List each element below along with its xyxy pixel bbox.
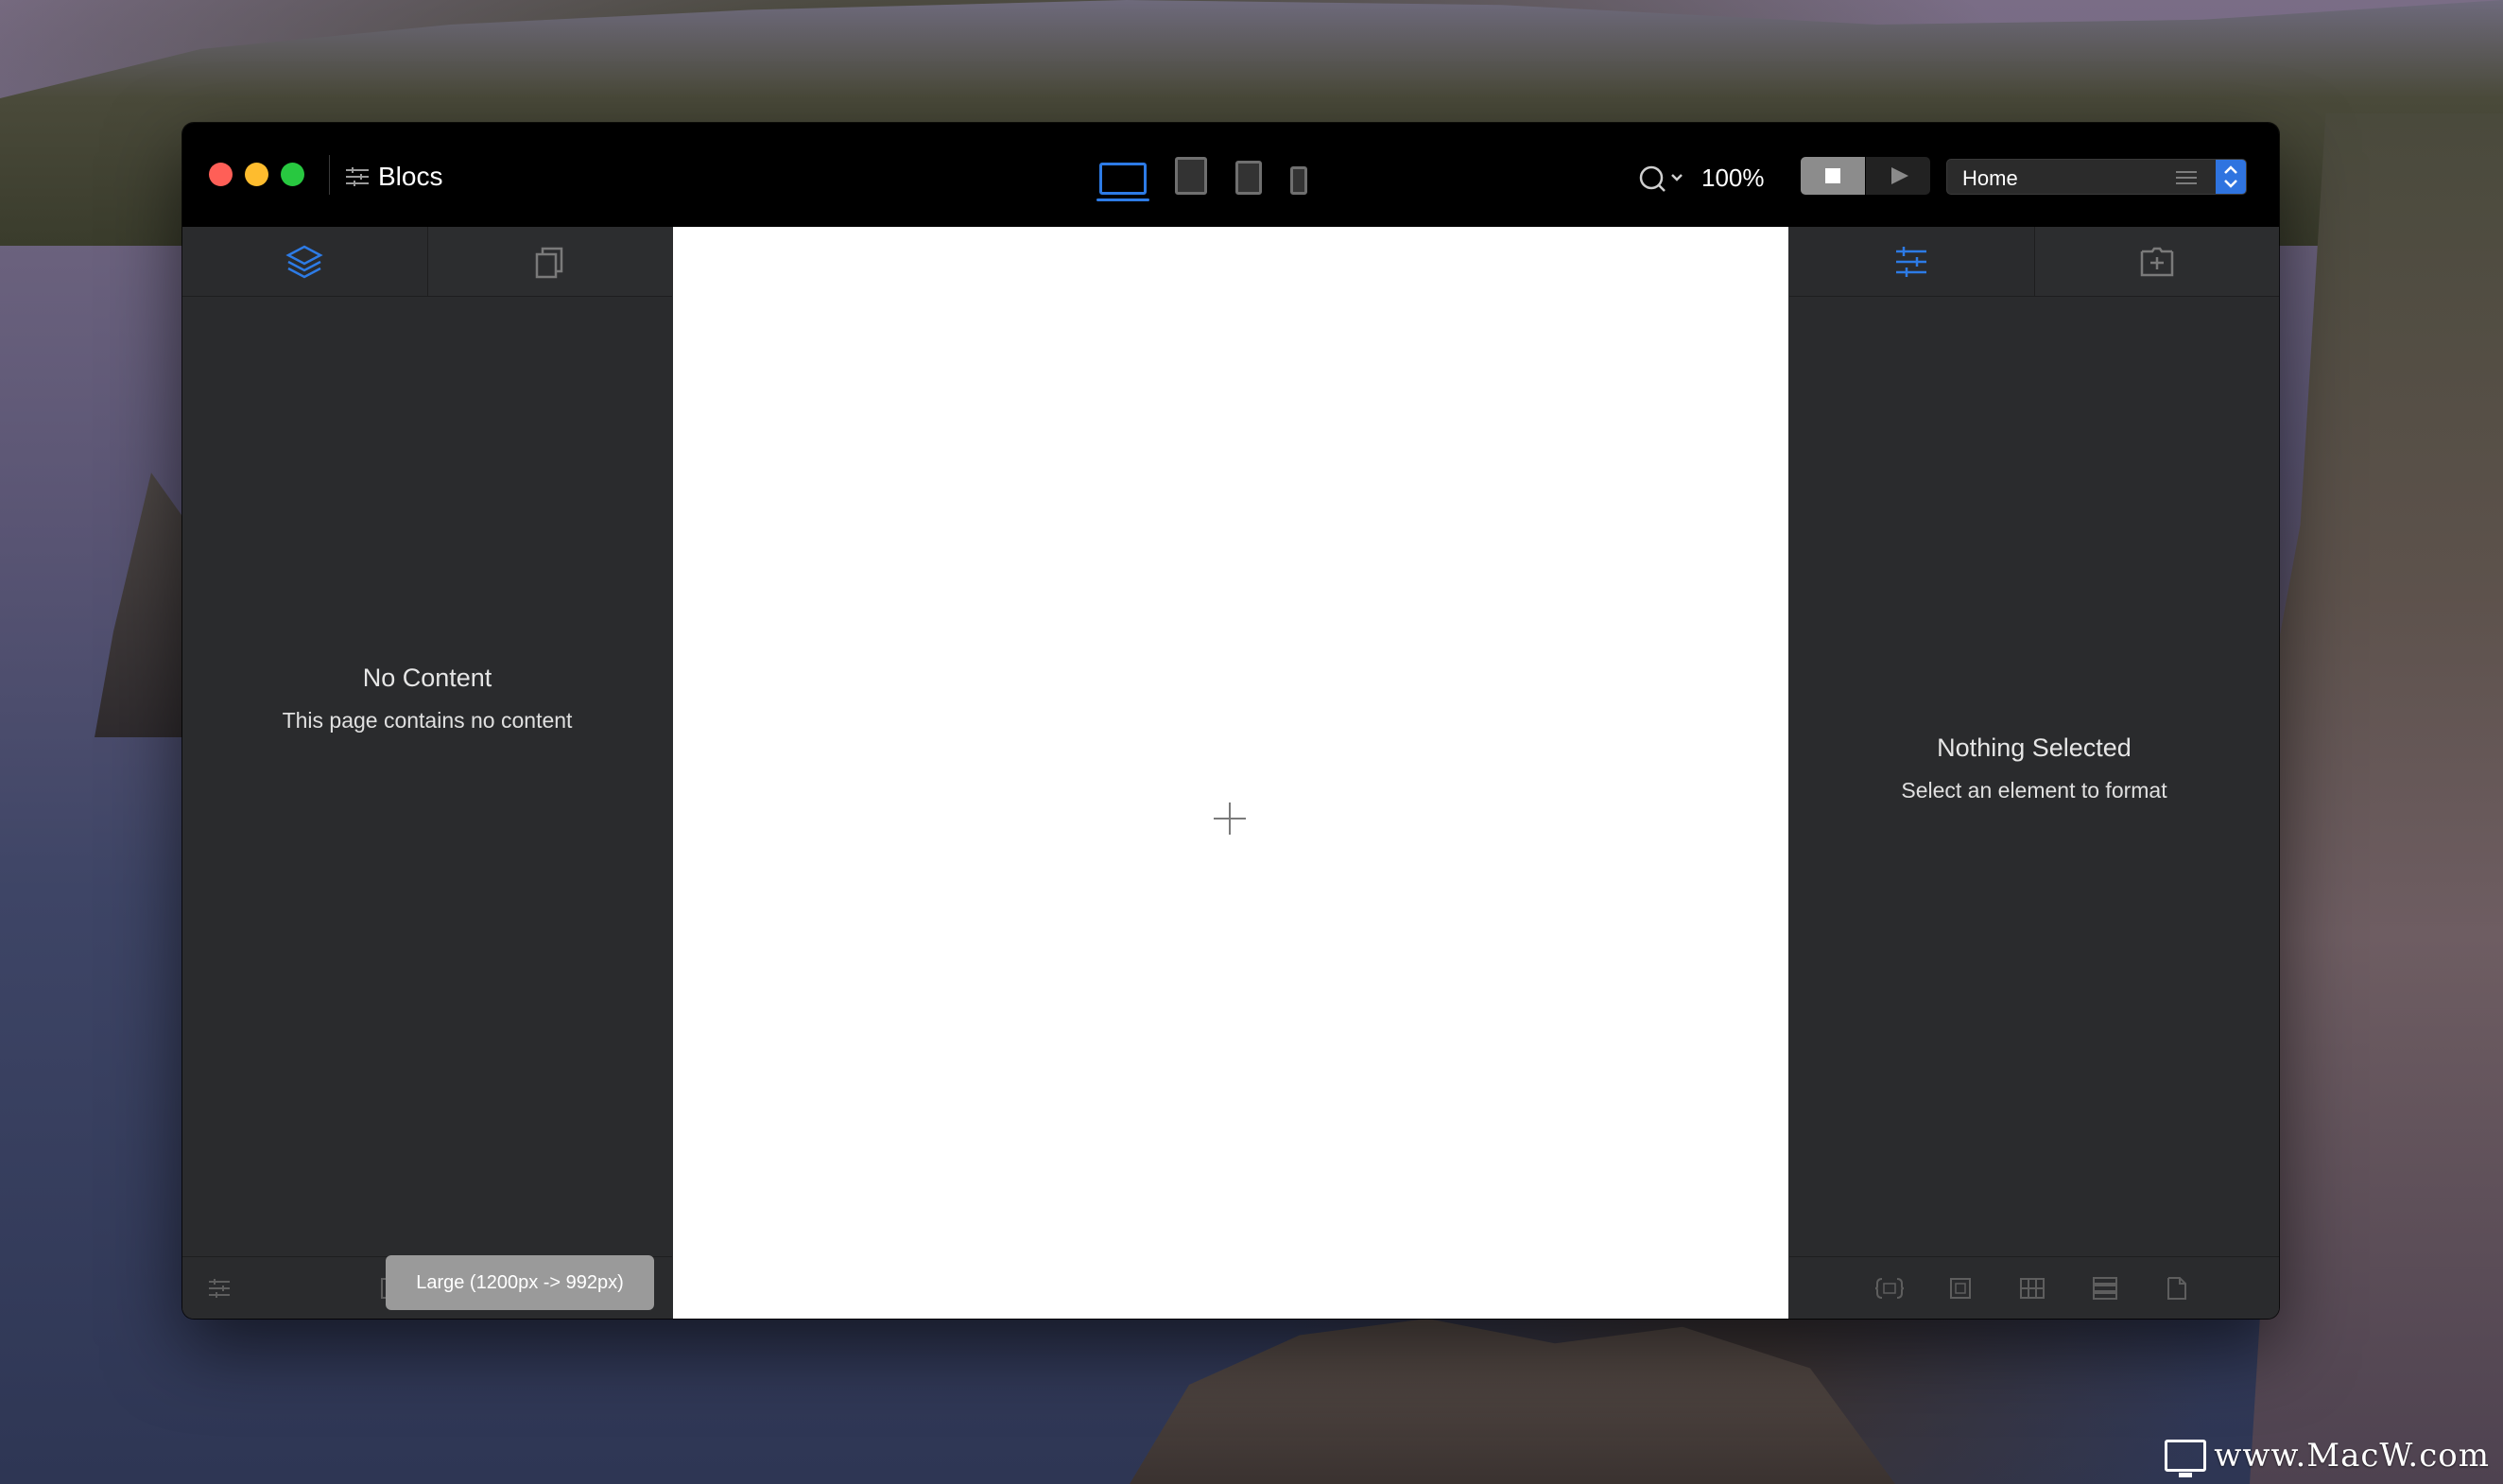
right-sidebar: Nothing Selected Select an element to fo… bbox=[1789, 227, 2279, 1319]
page-select[interactable]: Home bbox=[1946, 159, 2247, 195]
tab-properties[interactable] bbox=[1789, 227, 2034, 296]
page-select-value: Home bbox=[1962, 166, 2018, 190]
tab-layers[interactable] bbox=[182, 227, 427, 296]
desktop-device-icon[interactable] bbox=[1096, 163, 1149, 201]
right-panel-tabs bbox=[1789, 227, 2279, 297]
code-icon[interactable] bbox=[1874, 1276, 1905, 1301]
right-empty-state: Nothing Selected Select an element to fo… bbox=[1789, 733, 2279, 803]
close-window-button[interactable] bbox=[209, 163, 233, 186]
phone-device-icon[interactable] bbox=[1290, 166, 1307, 195]
play-preview-button[interactable] bbox=[1866, 157, 1930, 195]
rows-icon[interactable] bbox=[2092, 1276, 2118, 1301]
maximize-window-button[interactable] bbox=[281, 163, 304, 186]
app-title: Blocs bbox=[378, 162, 443, 191]
design-canvas[interactable] bbox=[673, 227, 1788, 1319]
window-controls bbox=[209, 163, 304, 186]
watermark-text: www.MacW.com bbox=[2214, 1437, 2490, 1475]
page-select-stepper[interactable] bbox=[2216, 160, 2246, 194]
app-window: Blocs 100% Home No Content This page con… bbox=[182, 123, 2279, 1319]
device-switcher bbox=[1096, 157, 1307, 201]
settings-icon[interactable] bbox=[207, 1276, 232, 1301]
container-icon[interactable] bbox=[1948, 1276, 1973, 1301]
breakpoint-badge: Large (1200px -> 992px) bbox=[386, 1255, 654, 1310]
left-panel-tabs bbox=[182, 227, 672, 297]
left-sidebar: No Content This page contains no content bbox=[182, 227, 672, 1319]
desktop-wallpaper-rock bbox=[95, 473, 189, 737]
tablet-portrait-device-icon[interactable] bbox=[1235, 161, 1262, 195]
empty-title: Nothing Selected bbox=[1937, 733, 2132, 762]
sliders-icon[interactable] bbox=[346, 167, 369, 186]
document-icon[interactable] bbox=[2165, 1276, 2189, 1301]
tab-add-bric[interactable] bbox=[2033, 227, 2279, 296]
monitor-icon bbox=[2165, 1440, 2207, 1477]
desktop-wallpaper-cliff bbox=[2250, 113, 2503, 1484]
tablet-landscape-device-icon[interactable] bbox=[1175, 157, 1207, 195]
desktop-wallpaper-rocks bbox=[1130, 1319, 1895, 1484]
stop-preview-button[interactable] bbox=[1801, 157, 1865, 195]
sliders-icon bbox=[1896, 246, 1927, 277]
pages-icon bbox=[535, 247, 562, 278]
minimize-window-button[interactable] bbox=[245, 163, 268, 186]
page-settings-icon[interactable] bbox=[2176, 169, 2197, 186]
empty-subtitle: Select an element to format bbox=[1901, 778, 2167, 802]
right-panel-footer bbox=[1789, 1256, 2279, 1319]
empty-subtitle: This page contains no content bbox=[282, 708, 573, 733]
title-bar: Blocs 100% Home bbox=[182, 123, 2279, 227]
grid-icon[interactable] bbox=[2019, 1276, 2046, 1301]
tab-pages[interactable] bbox=[426, 227, 672, 296]
watermark: www.MacW.com bbox=[2165, 1437, 2490, 1477]
zoom-magnifier-icon[interactable] bbox=[1638, 164, 1691, 193]
add-bric-plus-icon[interactable] bbox=[1214, 802, 1246, 835]
chevron-updown-icon bbox=[2224, 165, 2237, 188]
empty-title: No Content bbox=[362, 664, 492, 692]
layers-icon bbox=[285, 245, 323, 278]
add-bric-icon bbox=[2140, 247, 2173, 276]
zoom-level: 100% bbox=[1701, 164, 1765, 192]
left-empty-state: No Content This page contains no content bbox=[182, 664, 672, 733]
titlebar-divider bbox=[329, 155, 330, 195]
